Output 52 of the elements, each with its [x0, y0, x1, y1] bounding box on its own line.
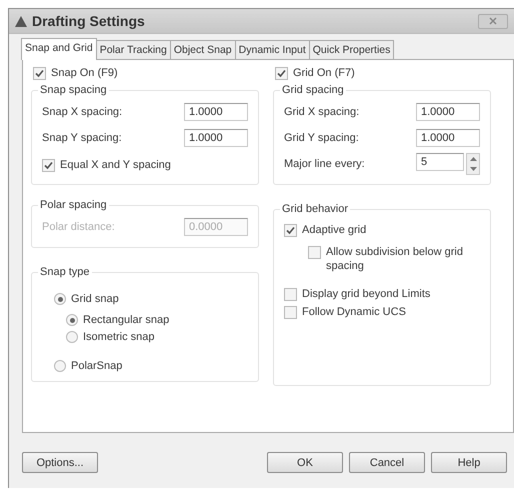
radio-button[interactable]	[66, 331, 78, 343]
radio-label: Isometric snap	[83, 330, 155, 344]
checkbox[interactable]	[308, 246, 321, 259]
field-label: Major line every:	[284, 158, 365, 170]
input-field[interactable]: 5	[416, 153, 464, 171]
field-label: Snap X spacing:	[42, 106, 122, 118]
checkbox[interactable]	[42, 159, 55, 172]
tab[interactable]: Quick Properties	[308, 40, 394, 59]
checkbox-label: Adaptive grid	[302, 223, 366, 237]
input-field[interactable]: 1.0000	[416, 129, 480, 147]
field-label: Grid X spacing:	[284, 106, 360, 118]
field-label: Polar distance:	[42, 221, 115, 233]
radio-label: Rectangular snap	[83, 313, 170, 327]
radio-button[interactable]	[54, 360, 66, 372]
dialog-button[interactable]: OK	[267, 452, 343, 473]
group-title: Grid behavior	[281, 203, 350, 215]
dialog-button[interactable]: Cancel	[349, 452, 425, 473]
checkbox[interactable]	[33, 67, 46, 80]
spinner-buttons[interactable]	[466, 153, 480, 175]
checkbox[interactable]	[284, 306, 297, 319]
checkbox[interactable]	[284, 224, 297, 237]
checkbox-label: Display grid beyond Limits	[302, 287, 430, 301]
checkbox[interactable]	[275, 67, 288, 80]
tab[interactable]: Dynamic Input	[234, 40, 310, 59]
group-title: Snap spacing	[39, 84, 108, 96]
radio-label: Grid snap	[71, 292, 119, 306]
group-title: Snap type	[39, 266, 91, 278]
close-icon	[489, 17, 497, 25]
group-title: Grid spacing	[281, 84, 345, 96]
radio-button[interactable]	[54, 293, 66, 305]
window-title: Drafting Settings	[32, 13, 145, 29]
input-field[interactable]: 1.0000	[416, 103, 480, 121]
field-label: Snap Y spacing:	[42, 132, 122, 144]
tab[interactable]: Polar Tracking	[96, 40, 171, 59]
tab[interactable]: Snap and Grid	[21, 38, 97, 60]
app-icon	[15, 16, 27, 26]
dialog-button[interactable]: Help	[431, 452, 507, 473]
checkbox-label: Follow Dynamic UCS	[302, 305, 406, 319]
input-field[interactable]: 1.0000	[184, 129, 248, 147]
close-button[interactable]	[478, 14, 508, 28]
radio-button[interactable]	[66, 314, 78, 326]
tab[interactable]: Object Snap	[170, 40, 236, 59]
checkbox-label: Snap On (F9)	[51, 66, 118, 80]
dialog-button[interactable]: Options...	[22, 452, 98, 473]
checkbox[interactable]	[284, 288, 297, 301]
group-title: Polar spacing	[39, 199, 108, 211]
field-label: Grid Y spacing:	[284, 132, 359, 144]
radio-label: PolarSnap	[71, 359, 122, 373]
checkbox-label: Grid On (F7)	[293, 66, 355, 80]
checkbox-label: Equal X and Y spacing	[60, 158, 171, 172]
checkbox-label: Allow subdivision below grid spacing	[326, 245, 464, 273]
input-field[interactable]: 1.0000	[184, 103, 248, 121]
